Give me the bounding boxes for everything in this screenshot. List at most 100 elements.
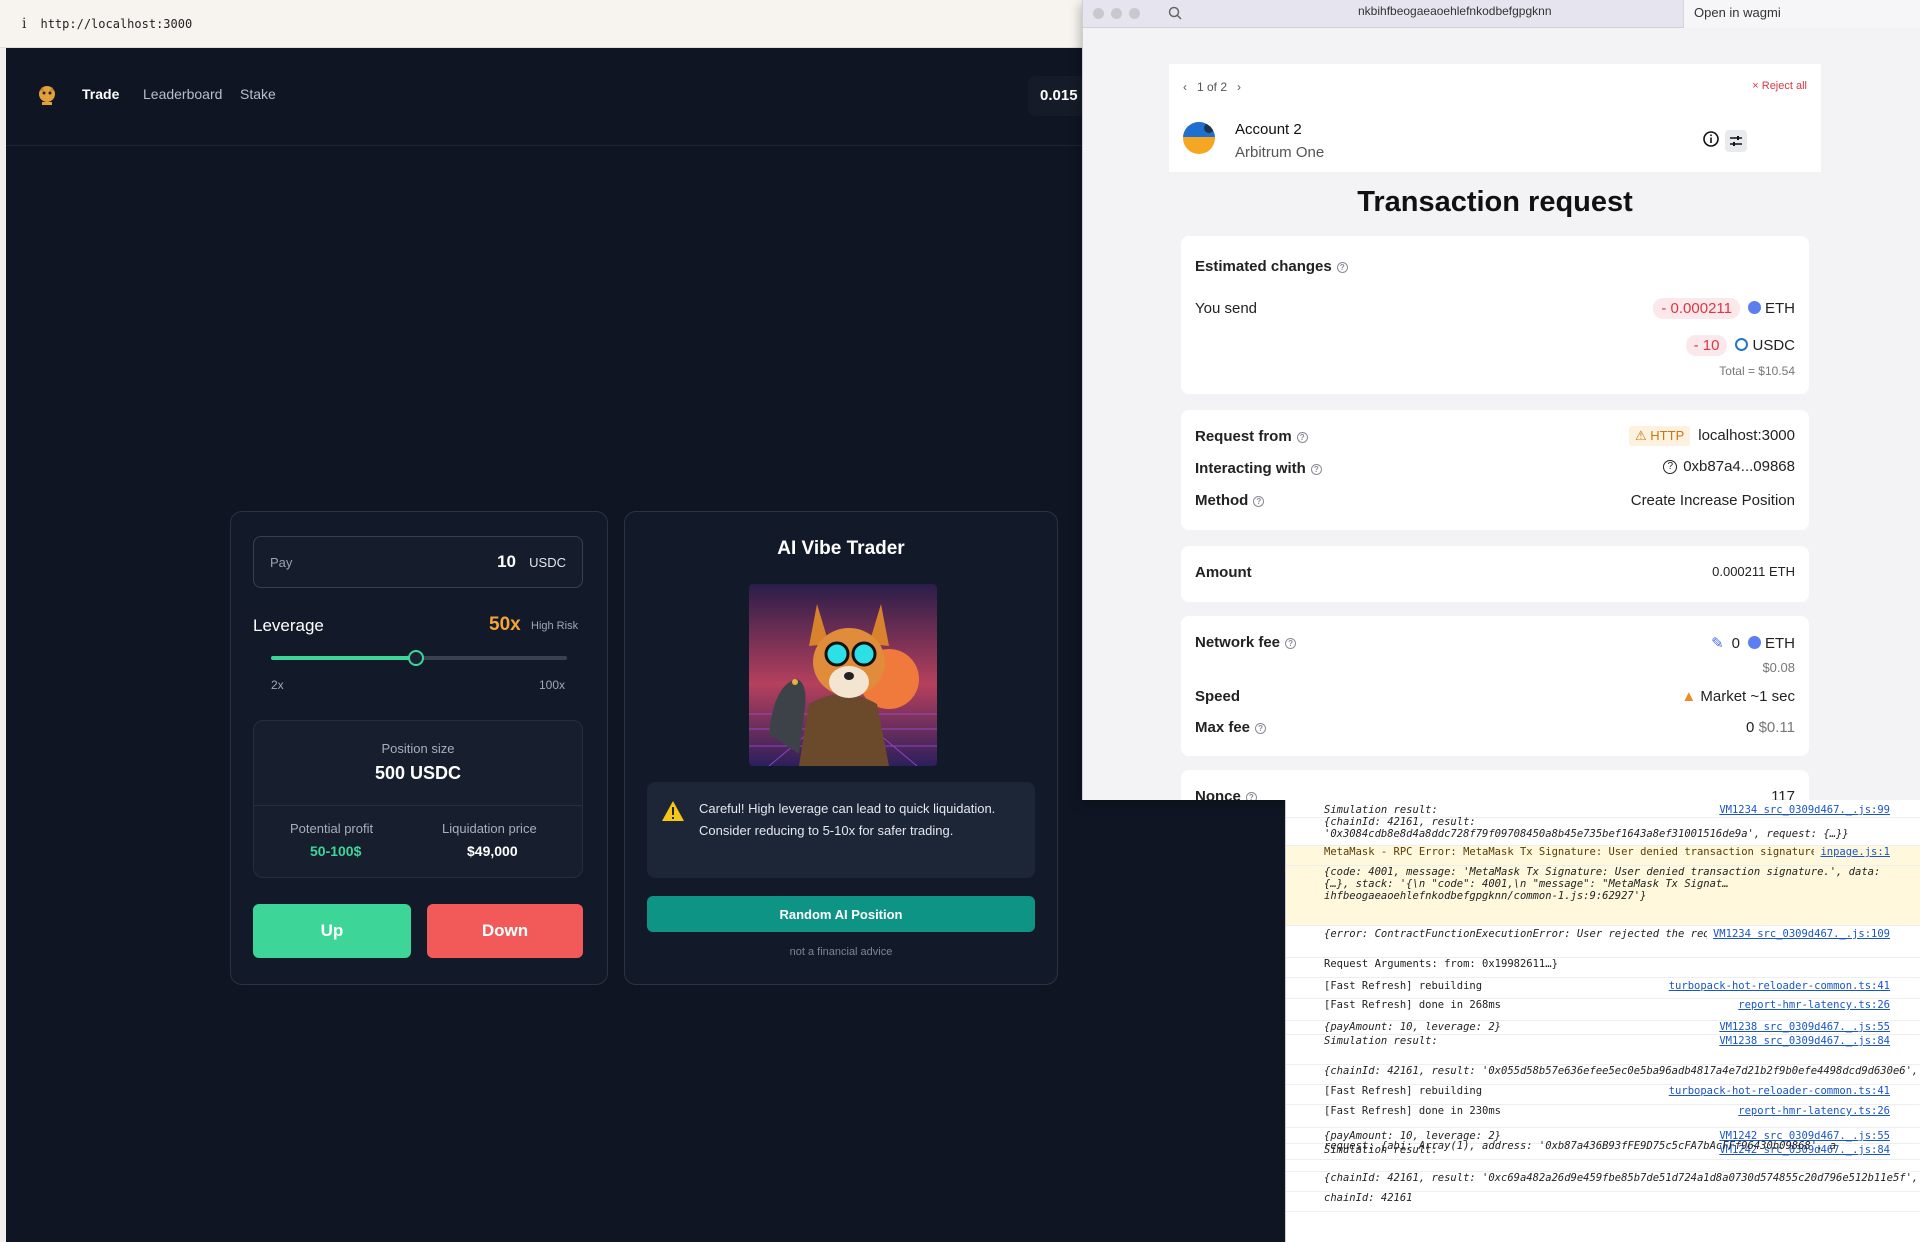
- search-icon[interactable]: [1168, 6, 1182, 20]
- you-send-label: You send: [1195, 300, 1258, 317]
- nonce-label: Nonce?: [1195, 788, 1257, 800]
- doge-logo-icon[interactable]: [36, 84, 58, 106]
- request-origin: ⚠ HTTP localhost:3000: [1629, 426, 1795, 446]
- method-label: Method?: [1195, 492, 1265, 509]
- console-line[interactable]: {code: 4001, message: 'MetaMask Tx Signa…: [1286, 866, 1920, 926]
- console-text: {chainId: 42161, result: '0xc69a482a26d9…: [1324, 1172, 1920, 1184]
- pay-input[interactable]: Pay 10 USDC: [253, 536, 583, 588]
- console-text: {code: 4001, message: 'MetaMask Tx Signa…: [1324, 866, 1881, 902]
- console-line[interactable]: [Fast Refresh] rebuilding turbopack-hot-r…: [1286, 1085, 1920, 1105]
- reject-all-button[interactable]: × Reject all: [1752, 80, 1807, 92]
- network-fee-value[interactable]: ✎ 0 ETH: [1711, 634, 1795, 652]
- eth-token-icon: [1748, 636, 1761, 649]
- console-source-link[interactable]: report-hmr-latency.ts:26: [1732, 1105, 1890, 1117]
- popup-titlebar: nkbihfbeogaeaoehlefnkodbefgpgknn Open in…: [1083, 0, 1920, 28]
- pay-currency: USDC: [529, 555, 566, 570]
- account-name[interactable]: Account 2: [1235, 121, 1302, 138]
- edit-fee-icon[interactable]: ✎: [1711, 635, 1724, 652]
- request-pager[interactable]: ‹ 1 of 2 ›: [1183, 80, 1241, 94]
- console-source-link[interactable]: turbopack-hot-reloader-common.ts:41: [1662, 980, 1890, 992]
- disclaimer: not a financial advice: [789, 946, 893, 958]
- up-button[interactable]: Up: [253, 904, 411, 958]
- console-text: [Fast Refresh] rebuilding: [1324, 1085, 1483, 1097]
- console-line[interactable]: {payAmount: 10, leverage: 2} VM1238 src_0…: [1286, 1021, 1920, 1035]
- console-source-link[interactable]: report-hmr-latency.ts:26: [1732, 999, 1890, 1011]
- position-size-label: Position size: [381, 741, 455, 756]
- account-avatar: [1183, 122, 1215, 154]
- contract-address[interactable]: ? 0xb87a4...09868: [1658, 458, 1795, 475]
- console-text: Simulation result:: [1324, 804, 1438, 816]
- console-source-link[interactable]: VM1238 src_0309d467._.js:55: [1713, 1021, 1890, 1033]
- risk-label: High Risk: [531, 620, 579, 632]
- estimated-changes-label: Estimated changes?: [1195, 258, 1348, 275]
- eth-symbol: ETH: [1765, 300, 1795, 317]
- fox-icon: ▲: [1681, 688, 1697, 705]
- extension-url: nkbihfbeogaeaoehlefnkodbefgpgknn: [1358, 4, 1552, 18]
- browser-url[interactable]: http://localhost:3000: [40, 17, 192, 31]
- browser-address-bar[interactable]: i http://localhost:3000: [0, 0, 1085, 48]
- console-line[interactable]: Simulation result: VM1238 src_0309d467._.…: [1286, 1035, 1920, 1065]
- max-fee-label: Max fee?: [1195, 719, 1267, 736]
- console-source-link[interactable]: inpage.js:1: [1814, 846, 1890, 858]
- leverage-label: Leverage: [253, 616, 324, 635]
- console-line[interactable]: [Fast Refresh] done in 230ms report-hmr-l…: [1286, 1105, 1920, 1128]
- info-icon[interactable]: [1702, 130, 1720, 148]
- console-source-link[interactable]: turbopack-hot-reloader-common.ts:41: [1662, 1085, 1890, 1097]
- eth-token-icon: [1748, 301, 1761, 314]
- origin-host: localhost:3000: [1698, 427, 1795, 444]
- speed-label: Speed: [1195, 688, 1241, 705]
- amount-section: Amount 0.000211 ETH: [1181, 546, 1809, 602]
- method-value: Create Increase Position: [1630, 492, 1795, 509]
- open-in-wagmi-tab[interactable]: Open in wagmi: [1683, 0, 1920, 28]
- console-source-link[interactable]: VM1234 src_0309d467._.js:99: [1713, 804, 1890, 816]
- estimated-changes-section: Estimated changes? You send - 0.000211 ET…: [1181, 236, 1809, 394]
- console-source-link[interactable]: VM1234 src_0309d467._.js:109: [1706, 928, 1890, 940]
- console-line[interactable]: {chainId: 42161, result: '0x055d58b57e63…: [1286, 1065, 1920, 1085]
- pay-amount[interactable]: 10: [497, 552, 516, 572]
- console-line[interactable]: Request Arguments: from: 0x19982611…}: [1286, 958, 1920, 978]
- leverage-slider[interactable]: [271, 650, 567, 666]
- console-line[interactable]: MetaMask - RPC Error: MetaMask Tx Signat…: [1286, 846, 1920, 866]
- liquidation-price-label: Liquidation price: [442, 821, 537, 836]
- nonce-value[interactable]: 117: [1771, 788, 1795, 800]
- screen: i http://localhost:3000 Trade Leaderboar…: [0, 0, 1920, 1242]
- warning-text: Careful! High leverage can lead to quick…: [699, 801, 996, 838]
- down-button[interactable]: Down: [427, 904, 583, 958]
- leverage-min: 2x: [271, 678, 284, 692]
- amount-label: Amount: [1195, 564, 1252, 581]
- top-nav: Trade Leaderboard Stake 0.015 E: [6, 48, 1098, 146]
- console-line[interactable]: [Fast Refresh] done in 268ms report-hmr-l…: [1286, 999, 1920, 1021]
- http-warning-badge: ⚠ HTTP: [1629, 426, 1691, 446]
- usdc-symbol: USDC: [1752, 337, 1795, 354]
- console-line[interactable]: {chainId: 42161, result: '0x3084cdb8e8d4…: [1286, 816, 1920, 846]
- console-text: [Fast Refresh] done in 268ms: [1324, 999, 1502, 1011]
- interacting-with-label: Interacting with?: [1195, 460, 1322, 477]
- console-line[interactable]: {error: ContractFunctionExecutionError: …: [1286, 928, 1920, 958]
- nav-stake[interactable]: Stake: [240, 86, 276, 102]
- send-eth-amount: - 0.000211: [1653, 298, 1740, 319]
- console-line[interactable]: {chainId: 42161, result: '0xc69a482a26d9…: [1286, 1172, 1920, 1192]
- site-info-icon[interactable]: i: [22, 16, 26, 32]
- console-text: chainId: 42161: [1324, 1192, 1413, 1204]
- leverage-slider-thumb[interactable]: [408, 650, 425, 666]
- window-controls[interactable]: [1093, 6, 1147, 24]
- amount-value: 0.000211 ETH: [1712, 564, 1795, 579]
- console-source-link[interactable]: VM1238 src_0309d467._.js:84: [1713, 1035, 1890, 1047]
- random-ai-position-button[interactable]: Random AI Position: [647, 896, 1035, 932]
- nav-trade[interactable]: Trade: [82, 86, 119, 102]
- request-from-label: Request from?: [1195, 428, 1308, 445]
- pager-text: 1 of 2: [1197, 80, 1228, 94]
- console-text: {chainId: 42161, result: '0x055d58b57e63…: [1324, 1065, 1920, 1077]
- trading-app: Trade Leaderboard Stake 0.015 E Pay 10 U…: [6, 48, 1098, 1242]
- warning-icon: [662, 801, 684, 821]
- console-line[interactable]: [Fast Refresh] rebuilding turbopack-hot-r…: [1286, 980, 1920, 999]
- send-usdc-amount: - 10: [1685, 335, 1728, 356]
- console-line[interactable]: chainId: 42161: [1286, 1192, 1920, 1212]
- settings-sliders-icon[interactable]: [1725, 130, 1747, 152]
- nav-leaderboard[interactable]: Leaderboard: [143, 86, 222, 102]
- speed-value: ▲ Market ~1 sec: [1681, 688, 1795, 705]
- console-line[interactable]: request: {abi: Array(1), address: '0xb87…: [1286, 1140, 1920, 1160]
- devtools-console: Simulation result: VM1234 src_0309d467._.…: [1285, 800, 1920, 1242]
- reject-all-label: Reject all: [1761, 80, 1807, 92]
- console-text: {chainId: 42161, result: '0x3084cdb8e8d4…: [1324, 816, 1849, 840]
